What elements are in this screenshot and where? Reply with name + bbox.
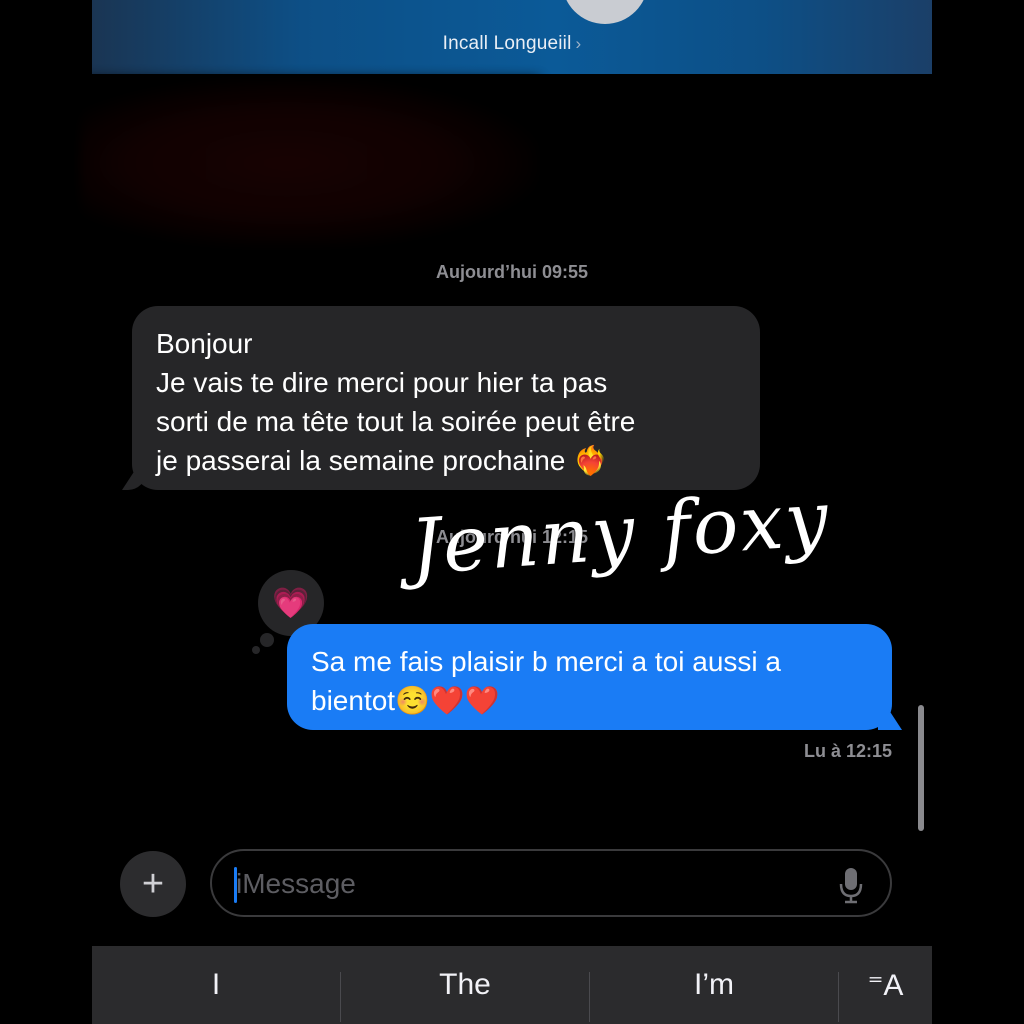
read-receipt: Lu à 12:15 [803,741,892,761]
message-line: Sa me fais plaisir b merci a toi aussi a [311,646,781,677]
suggestion-item[interactable]: I [92,946,340,1024]
suggestion-item[interactable]: The [341,946,589,1024]
outgoing-message-bubble[interactable]: Sa me fais plaisir b merci a toi aussi a… [287,624,902,730]
imessage-input[interactable]: iMessage [210,849,892,917]
bubble-tail [878,708,902,730]
watermark-signature: Jenny foxy [407,473,833,592]
bubble-tail [122,468,146,490]
reaction-dot [252,646,260,654]
contact-avatar[interactable] [562,0,648,24]
contact-name-button[interactable]: Incall Longueiil › [92,33,932,55]
message-line: Bonjour [156,328,253,359]
reaction-dot [260,633,274,647]
suggestion-item[interactable]: I’m [590,946,838,1024]
message-line: je passerai la semaine prochaine ❤️‍🔥 [156,445,608,476]
add-attachment-button[interactable]: + [120,851,186,917]
message-line: sorti de ma tête tout la soirée peut êtr… [156,406,636,437]
chevron-right-icon: › [575,34,582,53]
microphone-icon[interactable] [838,865,864,905]
message-line: Je vais te dire merci pour hier ta pas [156,367,608,398]
input-placeholder: iMessage [236,868,356,899]
message-line: bientot☺️❤️❤️ [311,685,500,716]
contact-name: Incall Longueiil [442,33,572,54]
incoming-message-bubble[interactable]: Bonjour Je vais te dire merci pour hier … [122,306,760,490]
scrollbar[interactable] [918,705,924,831]
text-format-button[interactable]: ⁼A [839,946,932,1024]
keyboard-suggestion-bar: I The I’m ⁼A [92,946,932,1024]
redacted-area [80,78,540,248]
conversation-header: Incall Longueiil › [92,0,932,74]
message-timestamp: Aujourd’hui 09:55 [435,262,588,282]
